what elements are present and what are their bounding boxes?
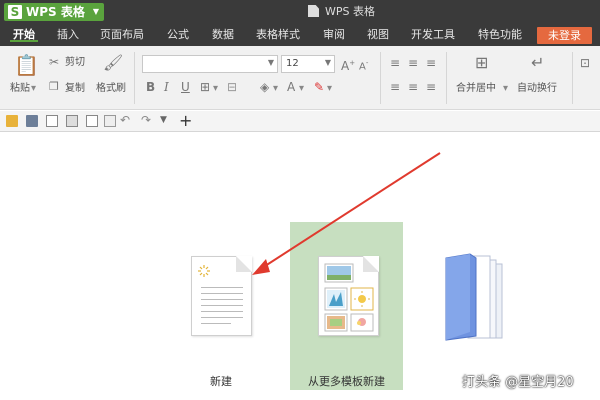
watermark: 打头条 @星空月20 [462,375,574,390]
annotation-arrow [252,152,441,275]
